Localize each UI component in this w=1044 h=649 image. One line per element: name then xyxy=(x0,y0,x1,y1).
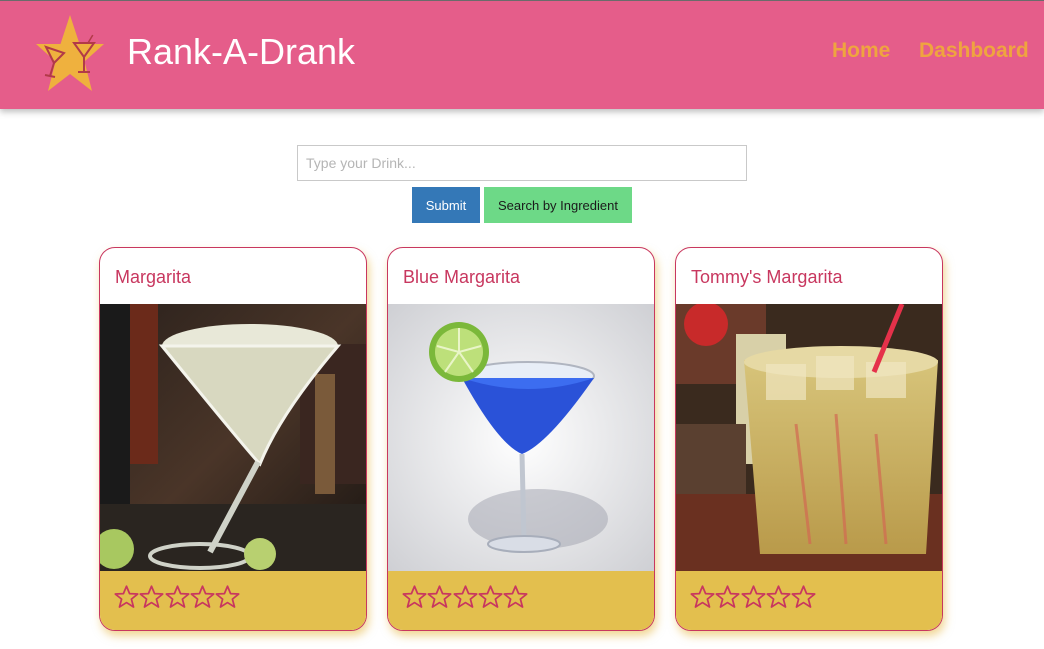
drink-card-title[interactable]: Blue Margarita xyxy=(403,267,520,288)
drink-search-input[interactable] xyxy=(297,145,747,181)
tommys-margarita-photo[interactable] xyxy=(676,304,942,571)
card-rating-bar xyxy=(388,571,654,630)
star-icon[interactable] xyxy=(791,584,816,610)
star-icon[interactable] xyxy=(139,584,164,610)
star-icon[interactable] xyxy=(453,584,478,610)
card-rating-bar xyxy=(100,571,366,630)
drink-card-blue-margarita[interactable]: Blue Margarita xyxy=(387,247,655,631)
cocktail-star-logo-icon[interactable] xyxy=(30,13,104,93)
search-by-ingredient-button[interactable]: Search by Ingredient xyxy=(484,187,632,223)
star-icon[interactable] xyxy=(114,584,139,610)
card-rating-bar xyxy=(676,571,942,630)
drink-card-title[interactable]: Tommy's Margarita xyxy=(691,267,842,288)
nav-home-link[interactable]: Home xyxy=(832,39,890,63)
star-icon[interactable] xyxy=(715,584,740,610)
drink-card-margarita[interactable]: Margarita xyxy=(99,247,367,631)
star-icon[interactable] xyxy=(503,584,528,610)
star-icon[interactable] xyxy=(766,584,791,610)
star-icon[interactable] xyxy=(427,584,452,610)
blue-margarita-photo[interactable] xyxy=(388,304,654,571)
star-icon[interactable] xyxy=(741,584,766,610)
star-icon[interactable] xyxy=(215,584,240,610)
nav-dashboard-link[interactable]: Dashboard xyxy=(919,39,1029,63)
star-icon[interactable] xyxy=(478,584,503,610)
star-rating[interactable] xyxy=(690,584,816,610)
drink-card-title[interactable]: Margarita xyxy=(115,267,191,288)
star-icon[interactable] xyxy=(690,584,715,610)
drink-card-tommys-margarita[interactable]: Tommy's Margarita xyxy=(675,247,943,631)
brand-title[interactable]: Rank-A-Drank xyxy=(127,31,355,73)
submit-button[interactable]: Submit xyxy=(412,187,480,223)
star-icon[interactable] xyxy=(165,584,190,610)
star-icon[interactable] xyxy=(402,584,427,610)
margarita-photo[interactable] xyxy=(100,304,366,571)
star-rating[interactable] xyxy=(402,584,528,610)
star-rating[interactable] xyxy=(114,584,240,610)
navbar: Rank-A-Drank Home Dashboard xyxy=(0,0,1044,109)
star-icon[interactable] xyxy=(190,584,215,610)
